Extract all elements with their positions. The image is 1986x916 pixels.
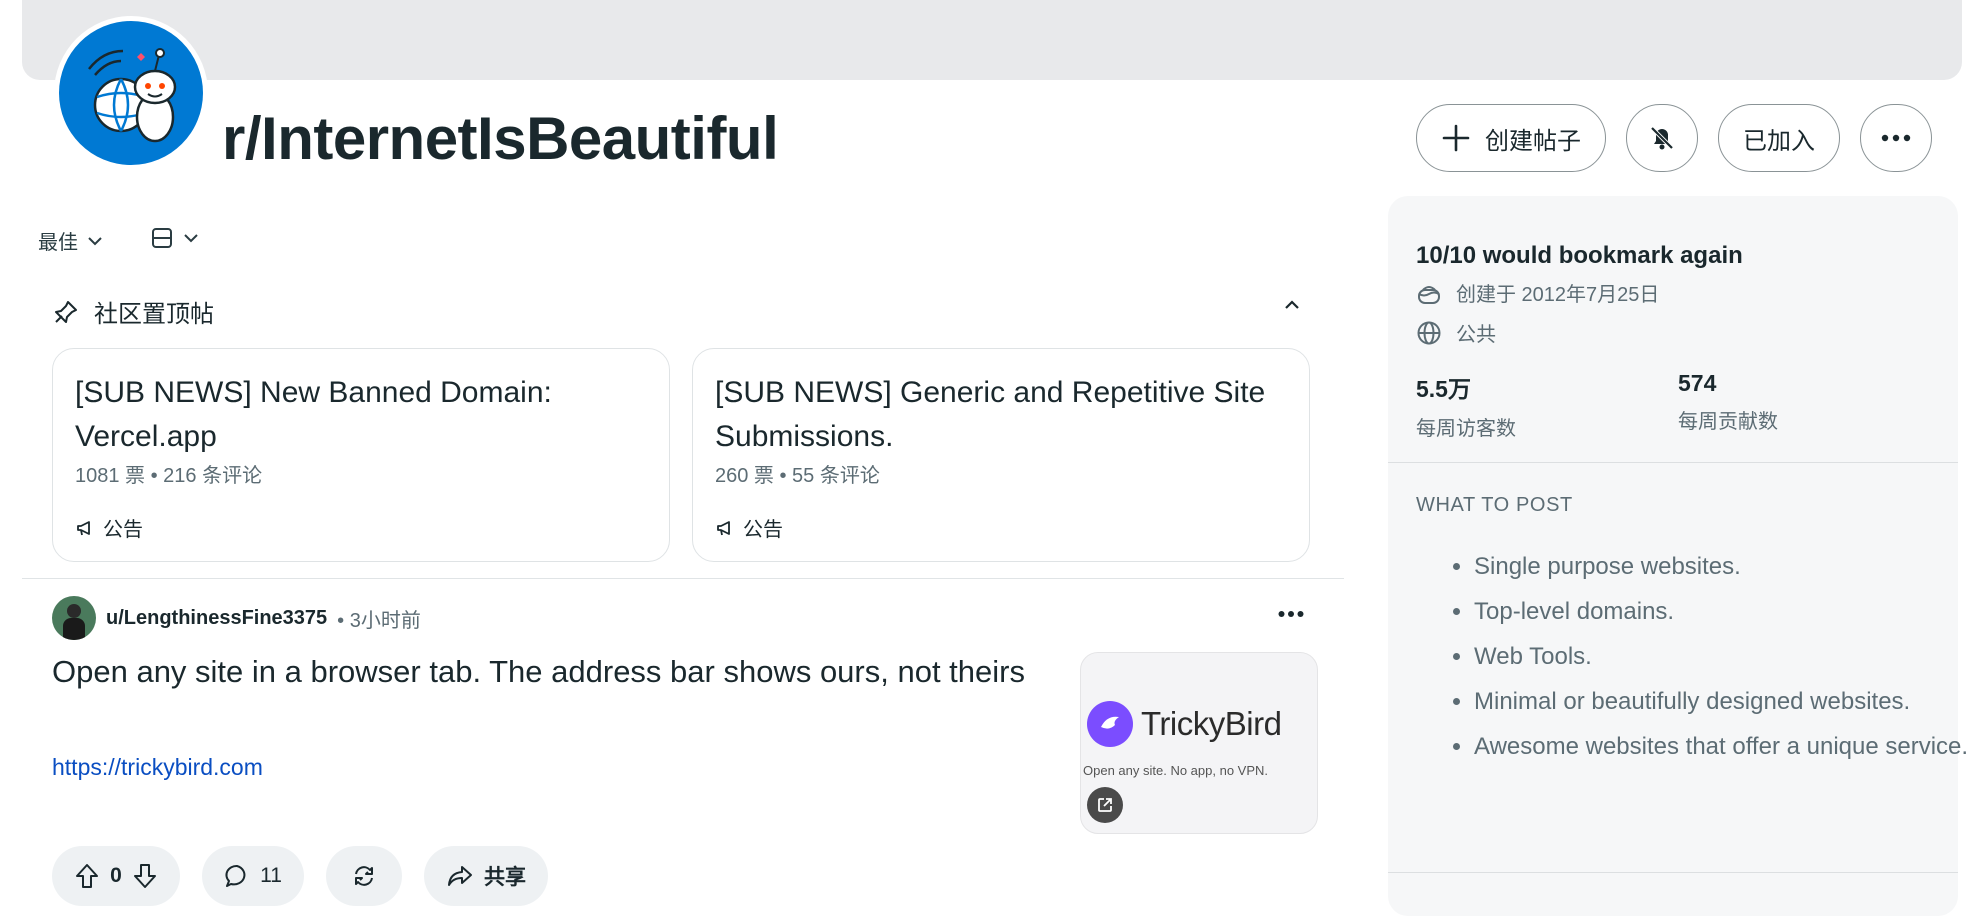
card-view-icon (150, 226, 174, 250)
post-thumbnail[interactable]: TrickyBird Open any site. No app, no VPN… (1080, 652, 1318, 834)
pinned-posts-header: 社区置顶帖 (52, 294, 214, 329)
notification-button[interactable] (1626, 104, 1698, 172)
ellipsis-icon (1278, 610, 1304, 618)
upvote-icon[interactable] (74, 862, 100, 890)
post-time: • 3小时前 (337, 609, 421, 632)
globe-icon (1416, 320, 1442, 346)
comment-count: 11 (260, 864, 282, 887)
snoo-globe-icon (59, 21, 203, 165)
stat-label: 每周贡献数 (1678, 411, 1778, 433)
stat-label: 每周访客数 (1416, 418, 1516, 440)
pinned-post-meta: 1081 票 • 216 条评论 (75, 465, 263, 487)
pinned-post-title[interactable]: [SUB NEWS] New Banned Domain: Vercel.app (75, 371, 635, 459)
post-author[interactable]: u/LengthinessFine3375 • 3小时前 (52, 596, 421, 640)
weekly-visitors-stat: 5.5万 每周访客数 (1416, 370, 1516, 441)
community-banner (22, 0, 1962, 80)
trickybird-logo-icon (1087, 701, 1133, 747)
comments-button[interactable]: 11 (202, 846, 304, 906)
announcement-label: 公告 (103, 519, 143, 541)
stat-value: 5.5万 (1416, 376, 1471, 402)
sort-dropdown[interactable]: 最佳 (38, 226, 104, 255)
list-item: Minimal or beautifully designed websites… (1474, 683, 1986, 720)
visibility: 公共 (1416, 318, 1496, 347)
post-more-button[interactable] (1278, 610, 1304, 618)
crosspost-button[interactable] (326, 846, 402, 906)
list-item: Top-level domains. (1474, 593, 1986, 630)
weekly-contributions-stat: 574 每周贡献数 (1678, 370, 1778, 434)
comment-icon (224, 863, 250, 889)
vote-control: 0 (52, 846, 180, 906)
joined-label: 已加入 (1743, 127, 1815, 155)
visibility-text: 公共 (1456, 324, 1496, 346)
post-username[interactable]: u/LengthinessFine3375 (106, 607, 327, 630)
bell-off-icon (1646, 122, 1678, 154)
thumbnail-brand-name: TrickyBird (1141, 705, 1282, 742)
pin-icon (52, 298, 80, 326)
pinned-header-label: 社区置顶帖 (94, 301, 214, 328)
thumbnail-tagline: Open any site. No app, no VPN. (1083, 763, 1268, 778)
more-options-button[interactable] (1860, 104, 1932, 172)
list-item: Web Tools. (1474, 638, 1986, 675)
pinned-post-title[interactable]: [SUB NEWS] Generic and Repetitive Site S… (715, 371, 1275, 459)
subreddit-title: r/InternetIsBeautiful (222, 105, 779, 172)
sidebar-divider (1388, 462, 1958, 463)
list-item: Single purpose websites. (1474, 548, 1986, 585)
view-dropdown[interactable] (150, 226, 200, 250)
announcement-tag: 公告 (75, 513, 143, 542)
repost-icon (350, 862, 378, 890)
user-avatar[interactable] (52, 596, 96, 640)
created-date: 创建于 2012年7月25日 (1416, 278, 1659, 307)
chevron-down-icon (86, 235, 104, 247)
create-post-label: 创建帖子 (1485, 127, 1581, 155)
announcement-label: 公告 (743, 519, 783, 541)
downvote-icon[interactable] (132, 862, 158, 890)
collapse-chevron-up-icon[interactable] (1282, 298, 1302, 312)
joined-button[interactable]: 已加入 (1718, 104, 1840, 172)
community-description: 10/10 would bookmark again (1416, 242, 1743, 269)
what-to-post-list: Single purpose websites. Top-level domai… (1416, 548, 1986, 773)
ellipsis-icon (1881, 134, 1911, 142)
plus-icon (1441, 123, 1471, 153)
sort-label: 最佳 (38, 232, 78, 254)
post-link[interactable]: https://trickybird.com (52, 754, 263, 781)
share-icon (446, 863, 474, 889)
external-link-icon[interactable] (1087, 787, 1123, 823)
created-date-text: 创建于 2012年7月25日 (1456, 284, 1660, 306)
cake-icon (1416, 280, 1442, 306)
chevron-down-icon (182, 232, 200, 244)
list-item: Awesome websites that offer a unique ser… (1474, 728, 1986, 765)
feed-divider (22, 578, 1344, 579)
pinned-post-card[interactable]: [SUB NEWS] New Banned Domain: Vercel.app… (52, 348, 670, 562)
megaphone-icon (75, 518, 95, 538)
vote-count: 0 (110, 864, 122, 887)
stat-value: 574 (1678, 370, 1717, 396)
pinned-post-meta: 260 票 • 55 条评论 (715, 465, 880, 487)
pinned-post-card[interactable]: [SUB NEWS] Generic and Repetitive Site S… (692, 348, 1310, 562)
what-to-post-heading: WHAT TO POST (1416, 494, 1573, 516)
thumbnail-brand: TrickyBird (1087, 701, 1282, 747)
community-avatar (54, 16, 208, 170)
share-button[interactable]: 共享 (424, 846, 548, 906)
megaphone-icon (715, 518, 735, 538)
share-label: 共享 (484, 866, 526, 889)
post-title[interactable]: Open any site in a browser tab. The addr… (52, 650, 1032, 694)
announcement-tag: 公告 (715, 513, 783, 542)
create-post-button[interactable]: 创建帖子 (1416, 104, 1606, 172)
sidebar-divider (1388, 872, 1958, 873)
